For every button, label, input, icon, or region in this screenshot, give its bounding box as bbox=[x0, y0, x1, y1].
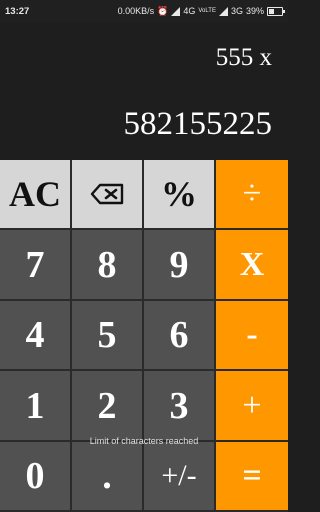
expression-text: 555 x bbox=[215, 44, 272, 71]
status-indicators: 0.00KB/s ⏰ 4G VoLTE 3G 39% bbox=[117, 5, 285, 17]
digit-6-button[interactable]: 6 bbox=[144, 301, 216, 371]
minus-button[interactable]: - bbox=[216, 301, 288, 371]
digit-9-button[interactable]: 9 bbox=[144, 230, 216, 301]
digit-4-button[interactable]: 4 bbox=[0, 301, 72, 371]
percent-button[interactable]: % bbox=[144, 160, 216, 230]
digit-8-button[interactable]: 8 bbox=[72, 230, 144, 301]
net-speed: 0.00KB/s bbox=[117, 6, 155, 16]
clear-button[interactable]: AC bbox=[0, 160, 72, 230]
volte-label: VoLTE bbox=[198, 8, 216, 14]
keypad: AC % ÷ 7 8 9 X 4 5 6 - 1 2 3 + 0 . +/- = bbox=[0, 160, 288, 512]
digit-1-button[interactable]: 1 bbox=[0, 371, 72, 442]
alarm-icon: ⏰ bbox=[157, 5, 169, 16]
digit-5-button[interactable]: 5 bbox=[72, 301, 144, 371]
battery-icon bbox=[267, 6, 285, 16]
plus-button[interactable]: + bbox=[216, 371, 288, 442]
network-2: 3G bbox=[230, 6, 243, 16]
digit-2-button[interactable]: 2 bbox=[72, 371, 144, 442]
digit-7-button[interactable]: 7 bbox=[0, 230, 72, 301]
multiply-button[interactable]: X bbox=[216, 230, 288, 301]
divide-button[interactable]: ÷ bbox=[216, 160, 288, 230]
calculator-display: 555 x 582155225 bbox=[0, 22, 288, 160]
status-bar: 13:27 0.00KB/s ⏰ 4G VoLTE 3G 39% bbox=[0, 0, 288, 22]
battery-percent: 39% bbox=[245, 6, 264, 16]
backspace-icon bbox=[90, 183, 124, 205]
result-text: 582155225 bbox=[123, 106, 273, 142]
sign-toggle-button[interactable]: +/- bbox=[144, 442, 216, 512]
backspace-button[interactable] bbox=[72, 160, 144, 230]
digit-3-button[interactable]: 3 bbox=[144, 371, 216, 442]
network-1: 4G bbox=[183, 6, 196, 16]
status-time: 13:27 bbox=[5, 5, 30, 17]
decimal-button[interactable]: . bbox=[72, 442, 144, 512]
equals-button[interactable]: = bbox=[216, 442, 288, 512]
sim2-signal-icon bbox=[218, 6, 228, 16]
sim1-signal-icon bbox=[171, 6, 181, 16]
digit-0-button[interactable]: 0 bbox=[0, 442, 72, 512]
